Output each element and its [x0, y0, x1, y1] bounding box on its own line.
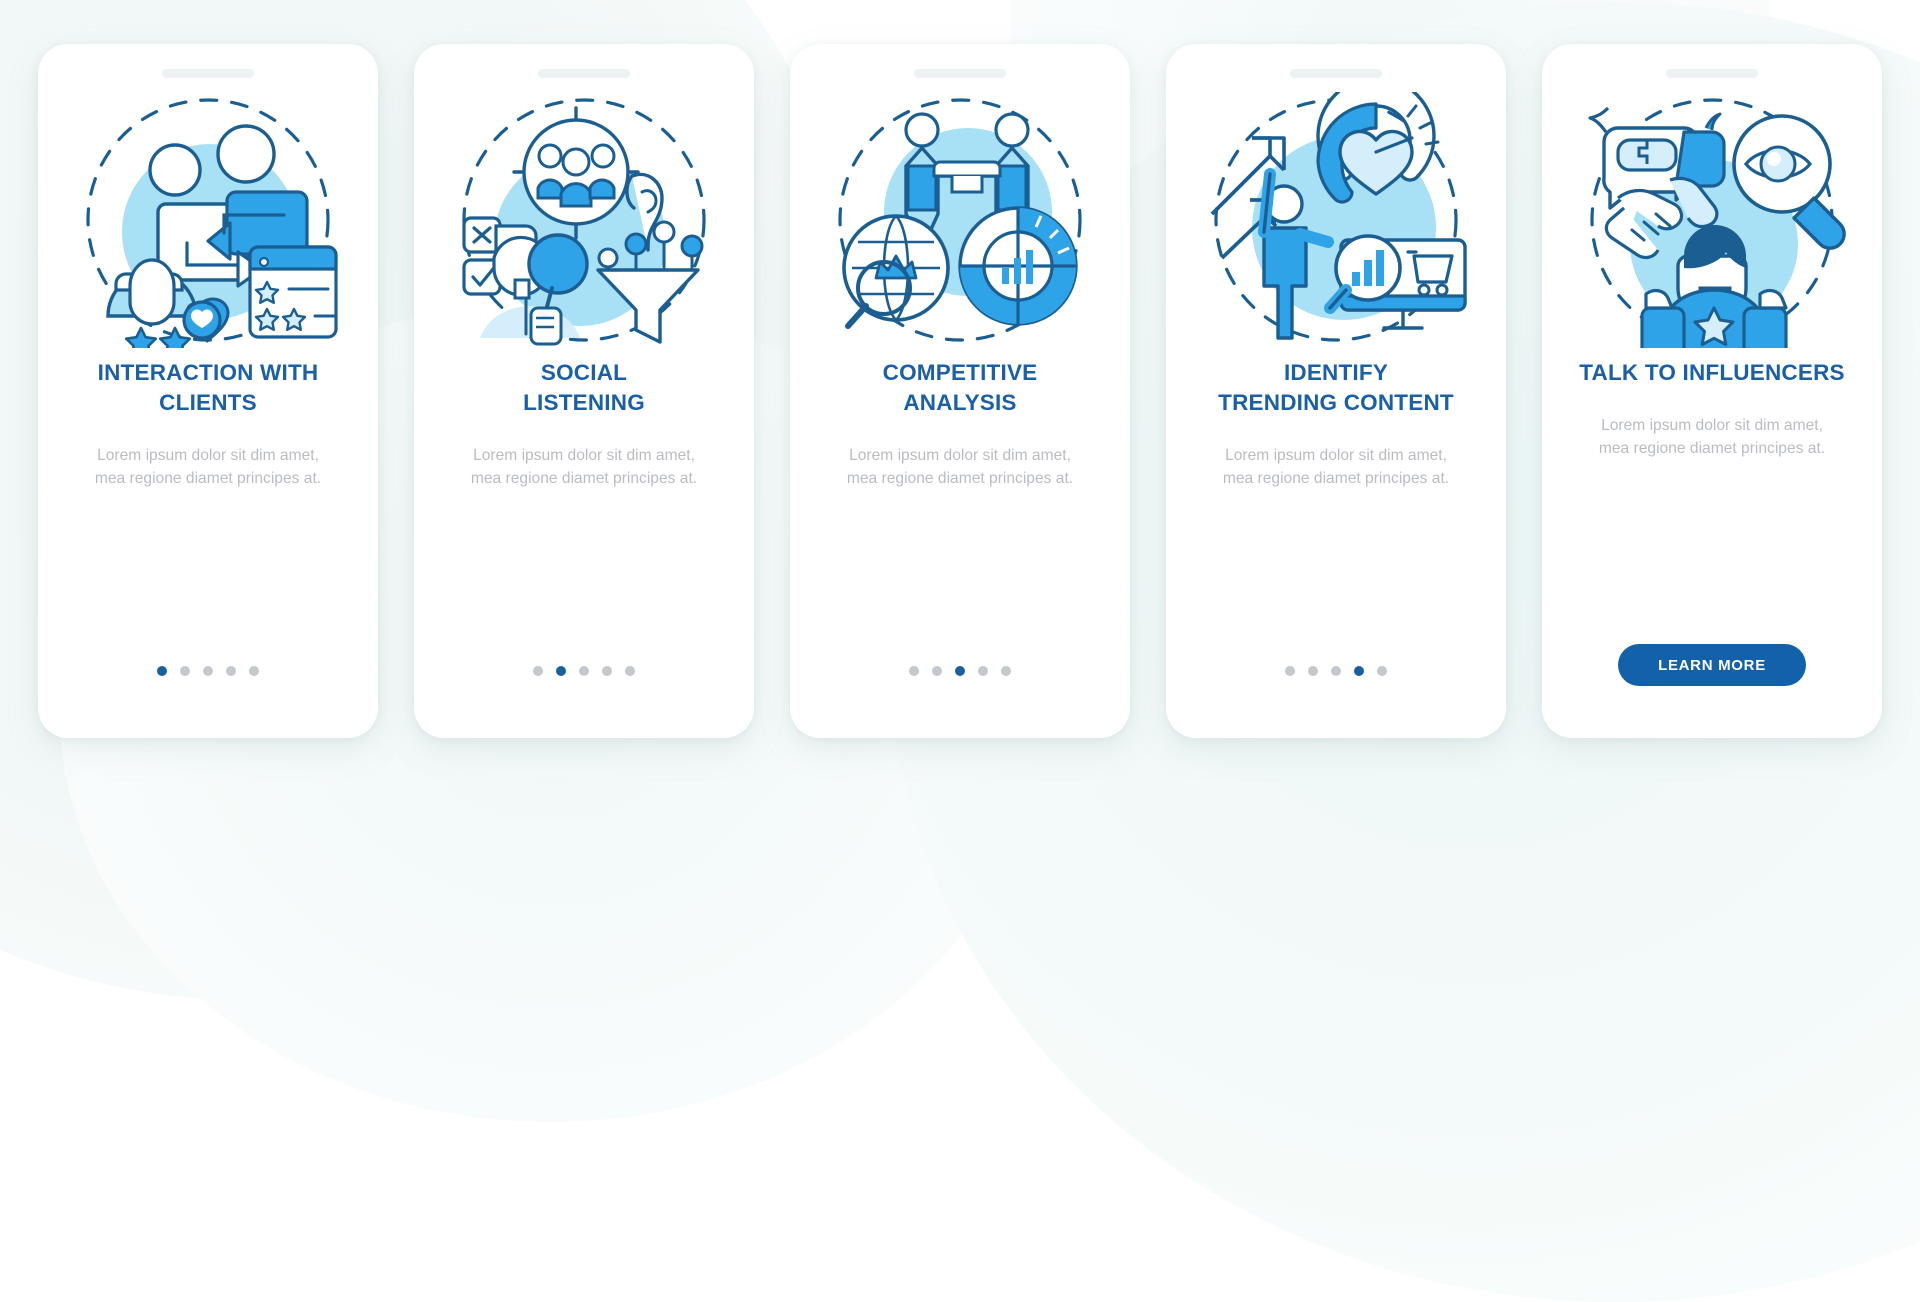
- phone-speaker-notch: [162, 69, 254, 78]
- page-title-line: IDENTIFY: [1283, 360, 1389, 385]
- pagination-dot[interactable]: [533, 665, 543, 676]
- interaction-with-clients-illustration: [86, 98, 338, 348]
- pagination-dot[interactable]: [932, 665, 942, 676]
- pagination-dot[interactable]: [602, 665, 612, 676]
- illustration: [70, 92, 346, 348]
- pagination-dot[interactable]: [1001, 665, 1011, 676]
- learn-more-button[interactable]: LEARN MORE: [1618, 644, 1806, 686]
- description-text: Lorem ipsum dolor sit dim amet, mea regi…: [1598, 417, 1826, 457]
- description-text: Lorem ipsum dolor sit dim amet, mea regi…: [1222, 447, 1450, 487]
- page-title: TALK TO INFLUENCERS: [1576, 358, 1848, 388]
- page-title-line: INTERACTION WITH: [97, 360, 319, 385]
- phone-speaker-notch: [1290, 69, 1382, 78]
- pagination-dot[interactable]: [203, 665, 213, 676]
- pagination-dot[interactable]: [625, 665, 635, 676]
- description-text: Lorem ipsum dolor sit dim amet, mea regi…: [470, 447, 698, 487]
- illustration: [1574, 92, 1850, 348]
- illustration: [446, 92, 722, 348]
- pagination-dot[interactable]: [157, 665, 167, 676]
- onboarding-screen-card: INTERACTION WITH CLIENTS Lorem ipsum dolo…: [38, 44, 378, 738]
- pagination-dot[interactable]: [1331, 665, 1341, 676]
- page-title-line: COMPETITIVE: [882, 360, 1038, 385]
- pagination-dot[interactable]: [1308, 665, 1318, 676]
- description-text: Lorem ipsum dolor sit dim amet, mea regi…: [846, 447, 1074, 487]
- pagination-dot[interactable]: [978, 665, 988, 676]
- pagination-dot[interactable]: [249, 665, 259, 676]
- onboarding-screen-row: INTERACTION WITH CLIENTS Lorem ipsum dolo…: [0, 0, 1920, 782]
- page-title-line: SOCIAL: [540, 360, 628, 385]
- illustration: [1198, 92, 1474, 348]
- page-title: SOCIAL LISTENING: [448, 358, 720, 418]
- pagination-dots: [157, 665, 259, 676]
- page-title: IDENTIFY TRENDING CONTENT: [1200, 358, 1472, 418]
- pagination-dot[interactable]: [180, 665, 190, 676]
- page-title-line: CLIENTS: [159, 390, 257, 415]
- social-listening-illustration: [462, 98, 706, 346]
- page-title-line: LISTENING: [523, 390, 645, 415]
- description-text: Lorem ipsum dolor sit dim amet, mea regi…: [94, 447, 322, 487]
- pagination-dot[interactable]: [1377, 665, 1387, 676]
- pagination-dot[interactable]: [226, 665, 236, 676]
- illustration: [822, 92, 1098, 348]
- page-title-line: TRENDING CONTENT: [1218, 390, 1454, 415]
- pagination-dot[interactable]: [1354, 665, 1364, 676]
- page-title-line: ANALYSIS: [903, 390, 1017, 415]
- pagination-dot[interactable]: [955, 665, 965, 676]
- pagination-dots: [909, 665, 1011, 676]
- phone-speaker-notch: [538, 69, 630, 78]
- page-title-line: TALK TO INFLUENCERS: [1579, 360, 1845, 385]
- onboarding-screen-card: COMPETITIVE ANALYSIS Lorem ipsum dolor si…: [790, 44, 1130, 738]
- pagination-dots: [1285, 665, 1387, 676]
- pagination-dot[interactable]: [909, 665, 919, 676]
- competitive-analysis-illustration: [838, 98, 1082, 342]
- talk-to-influencers-illustration: [1588, 98, 1846, 348]
- pagination-dot[interactable]: [579, 665, 589, 676]
- identify-trending-content-illustration: [1210, 92, 1467, 342]
- pagination-dots: [533, 665, 635, 676]
- page-title: INTERACTION WITH CLIENTS: [72, 358, 344, 418]
- pagination-dot[interactable]: [1285, 665, 1295, 676]
- phone-speaker-notch: [1666, 69, 1758, 78]
- onboarding-screen-card: TALK TO INFLUENCERS Lorem ipsum dolor si…: [1542, 44, 1882, 738]
- pagination-dot[interactable]: [556, 665, 566, 676]
- phone-speaker-notch: [914, 69, 1006, 78]
- page-title: COMPETITIVE ANALYSIS: [824, 358, 1096, 418]
- onboarding-screen-card: SOCIAL LISTENING Lorem ipsum dolor sit di…: [414, 44, 754, 738]
- onboarding-screen-card: IDENTIFY TRENDING CONTENT Lorem ipsum dol…: [1166, 44, 1506, 738]
